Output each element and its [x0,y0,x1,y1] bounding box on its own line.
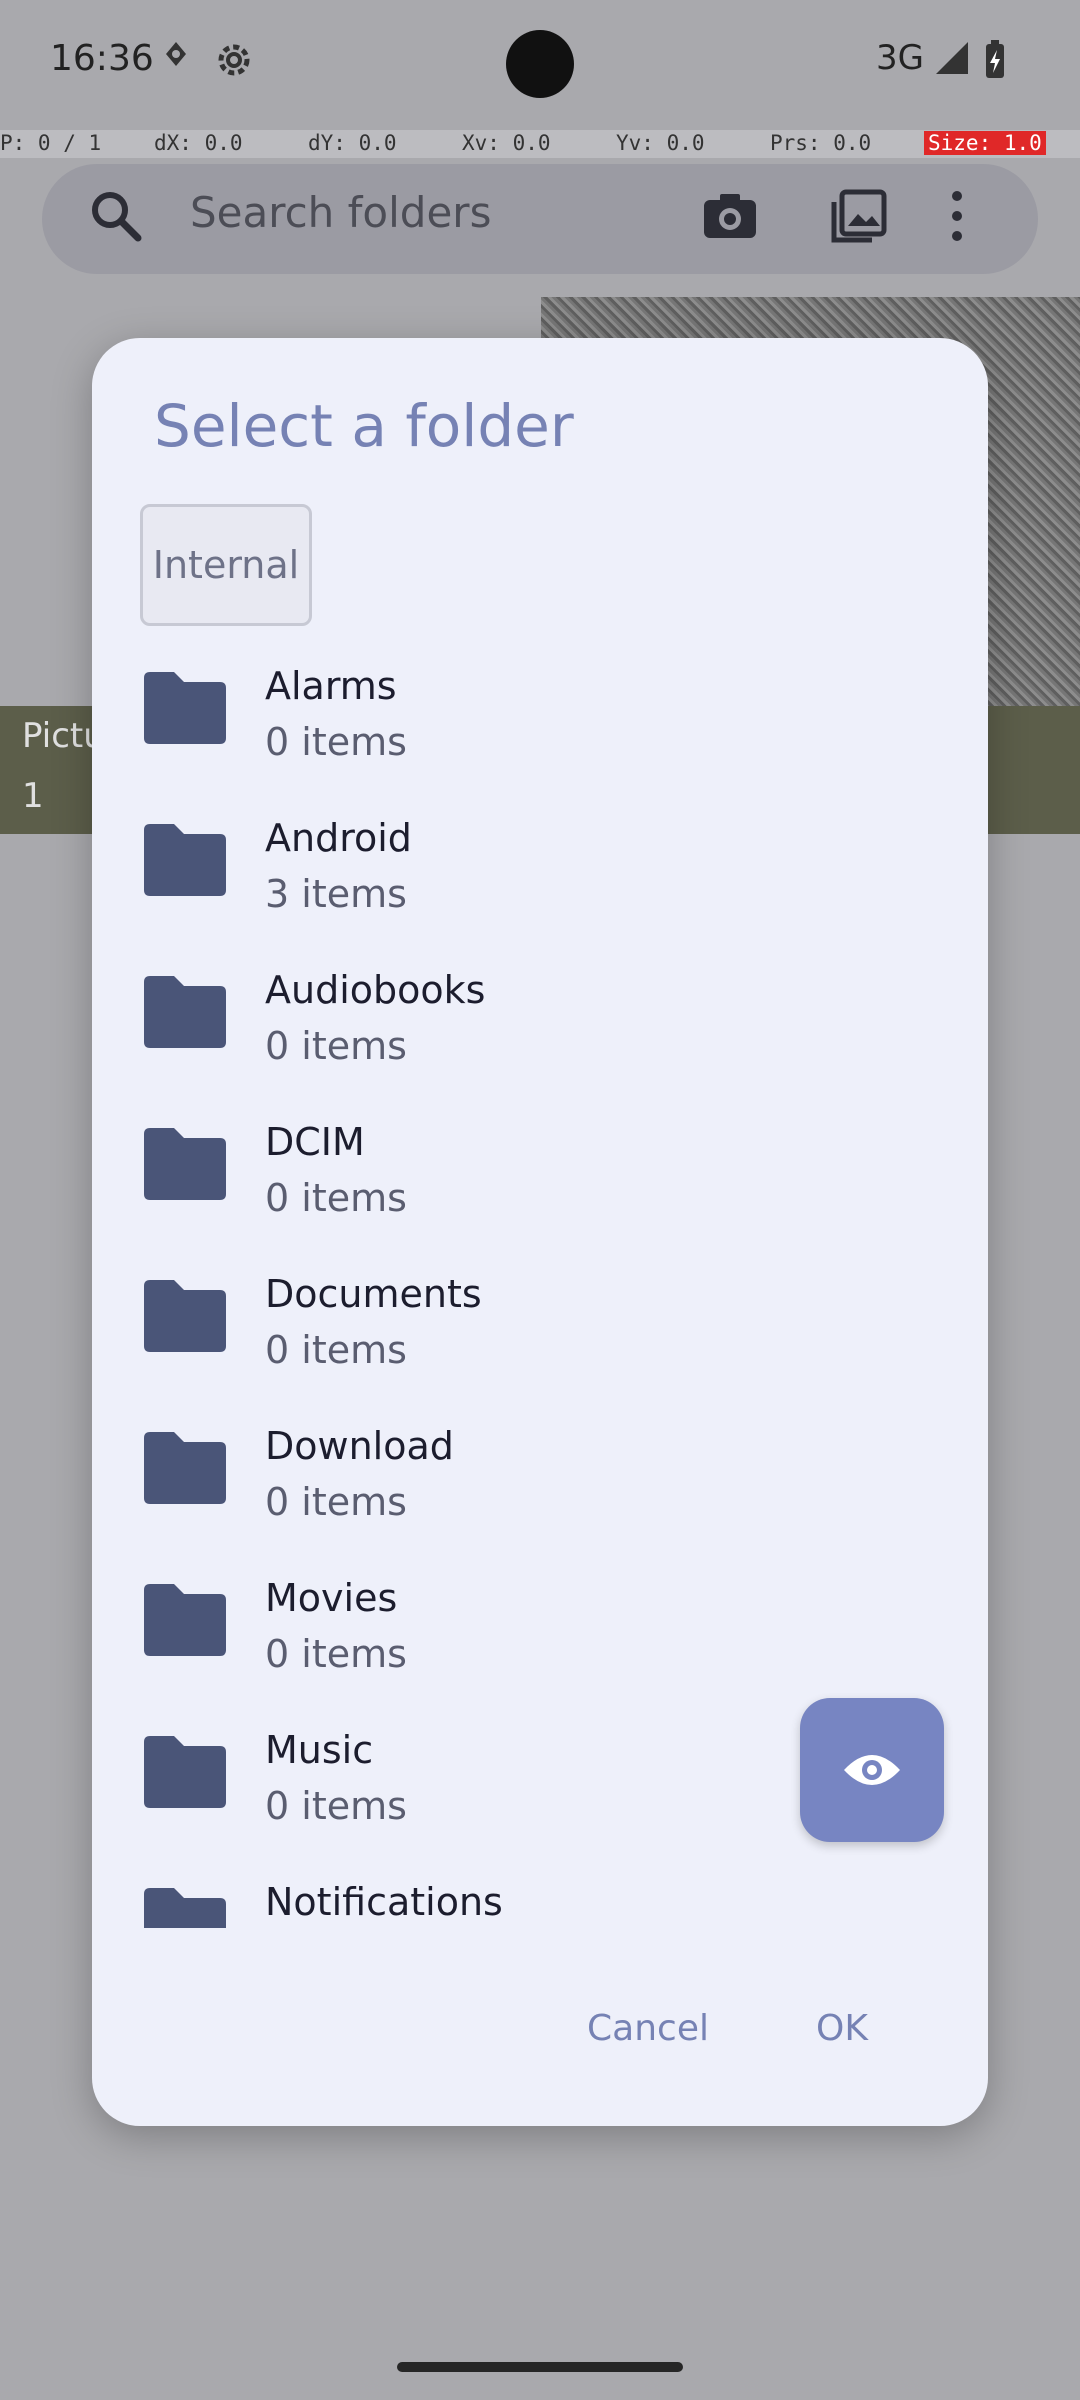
folder-item[interactable]: Android 3 items [92,790,988,942]
folder-name: Android [265,816,412,860]
folder-count: 0 items [265,1632,407,1676]
folder-icon [140,820,230,904]
folder-name: Download [265,1424,454,1468]
folder-count: 3 items [265,872,407,916]
status-time: 16:36 [50,38,154,79]
folder-name: Documents [265,1272,482,1316]
pointer-pressure: Prs: 0.0 [770,131,872,155]
pointer-size: Size: 1.0 [924,131,1046,155]
album-count: 1 [22,776,44,816]
camera-cutout [506,30,574,98]
folder-count: 0 items [265,720,407,764]
folder-name: Music [265,1728,374,1772]
pointer-location-bar: P: 0 / 1 dX: 0.0 dY: 0.0 Xv: 0.0 Yv: 0.0… [0,130,1080,158]
drive-icon [162,40,190,74]
folder-count: 0 items [265,1480,407,1524]
pointer-dy: dY: 0.0 [308,131,397,155]
folder-icon [140,1884,230,1928]
folder-name: Notifications [265,1880,503,1924]
pointer-count: P: 0 / 1 [0,131,102,155]
ok-button[interactable]: OK [758,1966,926,2090]
search-icon [86,186,146,250]
folder-count: 0 items [265,1024,407,1068]
folder-item[interactable]: DCIM 0 items [92,1094,988,1246]
folder-name: Audiobooks [265,968,486,1012]
folder-name: Movies [265,1576,398,1620]
folder-count: 0 items [265,1328,407,1372]
folder-item[interactable]: Movies 0 items [92,1550,988,1702]
folder-item[interactable]: Alarms 0 items [92,638,988,790]
search-input[interactable]: Search folders [190,188,491,237]
folder-name: DCIM [265,1120,365,1164]
gallery-icon[interactable] [828,186,888,250]
select-folder-dialog: Select a folder Internal Alarms 0 items … [92,338,988,2126]
folder-name: Alarms [265,664,397,708]
folder-item[interactable]: Audiobooks 0 items [92,942,988,1094]
camera-icon[interactable] [700,186,760,250]
folder-icon [140,1580,230,1664]
folder-item[interactable]: Download 0 items [92,1398,988,1550]
pointer-yv: Yv: 0.0 [616,131,705,155]
storage-chip-label: Internal [152,543,300,587]
pointer-dx: dX: 0.0 [154,131,243,155]
folder-icon [140,1732,230,1816]
network-type: 3G [876,38,924,78]
folder-icon [140,1124,230,1208]
storage-chip-internal[interactable]: Internal [140,504,312,626]
folder-item[interactable]: Documents 0 items [92,1246,988,1398]
folder-count: 0 items [265,1176,407,1220]
folder-icon [140,1428,230,1512]
folder-icon [140,668,230,752]
gesture-handle [397,2362,683,2372]
signal-icon [934,40,970,80]
pointer-xv: Xv: 0.0 [462,131,551,155]
show-hidden-button[interactable] [800,1698,944,1842]
folder-item[interactable]: Notifications [92,1854,988,1928]
folder-count: 0 items [265,1784,407,1828]
search-bar[interactable]: Search folders [42,164,1038,274]
folder-icon [140,1276,230,1360]
dialog-title: Select a folder [154,392,574,460]
more-options-icon[interactable] [942,186,972,250]
cancel-button[interactable]: Cancel [558,1966,738,2090]
folder-icon [140,972,230,1056]
settings-gear-icon [214,40,254,84]
status-bar: 16:36 3G [0,0,1080,128]
battery-charging-icon [984,40,1006,84]
